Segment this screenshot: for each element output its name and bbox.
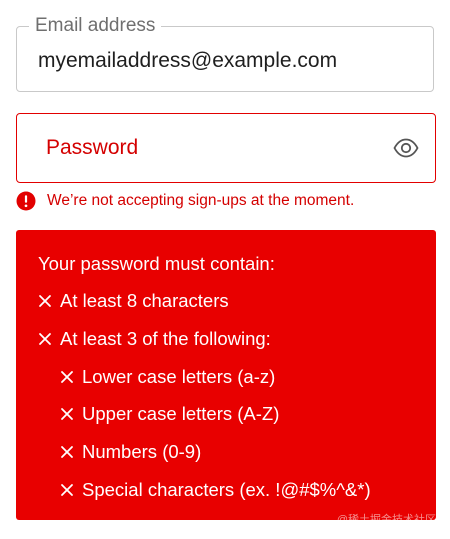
requirement-item: Special characters (ex. !@#$%^&*) [60, 478, 371, 502]
eye-icon[interactable] [393, 136, 419, 160]
email-label: Email address [29, 14, 162, 38]
password-requirements: Your password must contain: At least 8 c… [16, 230, 436, 520]
requirement-item: Numbers (0-9) [60, 440, 201, 464]
email-input-value[interactable]: myemailaddress@example.com [38, 48, 337, 74]
error-icon [16, 191, 36, 211]
cross-icon [39, 333, 51, 345]
password-field[interactable]: Password [16, 113, 436, 183]
requirement-label: At least 3 of the following: [60, 328, 271, 349]
requirement-label: Upper case letters (A-Z) [82, 403, 280, 424]
error-message: We’re not accepting sign-ups at the mome… [16, 190, 354, 212]
signup-form: Email address myemailaddress@example.com… [0, 0, 450, 539]
error-text: We’re not accepting sign-ups at the mome… [47, 192, 355, 209]
requirement-label: Numbers (0-9) [82, 441, 202, 462]
cross-icon [61, 446, 73, 458]
watermark: @稀土掘金技术社区 [336, 514, 436, 526]
requirements-title: Your password must contain: [38, 253, 275, 274]
requirement-label: Special characters (ex. !@#$%^&*) [82, 479, 371, 500]
requirement-label: Lower case letters (a-z) [82, 366, 276, 387]
requirement-item: At least 3 of the following: [38, 327, 271, 351]
cross-icon [61, 484, 73, 496]
cross-icon [39, 295, 51, 307]
requirement-item: At least 8 characters [38, 289, 229, 313]
requirement-item: Upper case letters (A-Z) [60, 402, 279, 426]
cross-icon [61, 371, 73, 383]
cross-icon [61, 408, 73, 420]
email-field[interactable]: Email address myemailaddress@example.com [16, 14, 434, 92]
requirement-label: At least 8 characters [60, 290, 229, 311]
requirement-item: Lower case letters (a-z) [60, 365, 275, 389]
password-placeholder: Password [46, 136, 139, 159]
